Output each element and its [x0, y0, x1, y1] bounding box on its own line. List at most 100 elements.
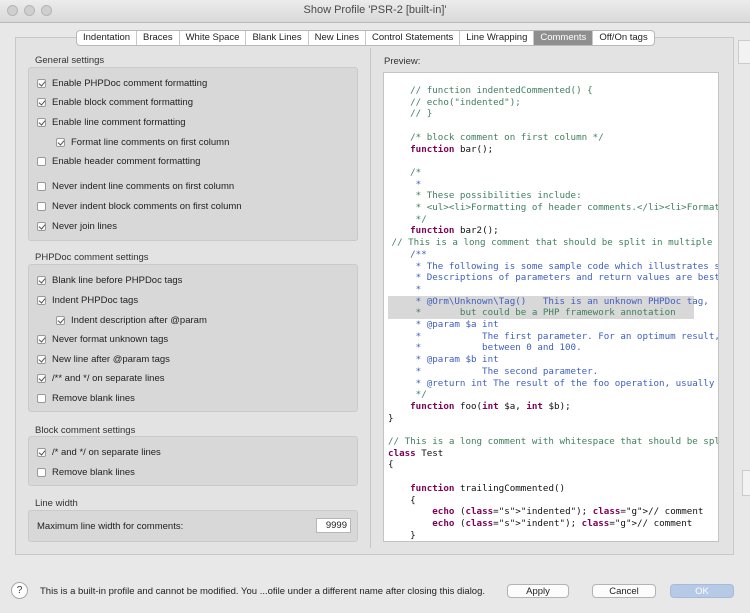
- checkbox[interactable]: [37, 222, 46, 231]
- code-line: }: [388, 412, 394, 424]
- option-label: Never indent line comments on first colu…: [52, 181, 235, 192]
- option-label: Blank line before PHPDoc tags: [52, 275, 183, 286]
- option-label: Indent PHPDoc tags: [52, 295, 139, 306]
- code-line: class Test: [388, 447, 444, 459]
- option-label: Indent description after @param: [71, 315, 207, 326]
- checkbox[interactable]: [37, 79, 46, 88]
- tab-blank-lines[interactable]: Blank Lines: [246, 31, 309, 45]
- phpdoc-remove-blank-lines-option[interactable]: Remove blank lines: [37, 393, 135, 404]
- never-join-lines-option[interactable]: Never join lines: [37, 221, 117, 232]
- code-line: * The second parameter.: [388, 365, 599, 377]
- code-line: * <ul><li>Formatting of header comments.…: [388, 202, 719, 213]
- block-remove-blank-lines-option[interactable]: Remove blank lines: [37, 467, 135, 478]
- enable-line-comment-formatting-option[interactable]: Enable line comment formatting: [37, 117, 186, 128]
- block-delimiters-separate-lines-option[interactable]: /* and */ on separate lines: [37, 447, 161, 458]
- option-label: Enable line comment formatting: [52, 117, 186, 128]
- max-line-width-input[interactable]: 9999: [316, 518, 351, 533]
- tab-white-space[interactable]: White Space: [180, 31, 247, 45]
- option-label: Never indent block comments on first col…: [52, 201, 242, 212]
- tab-control-statements[interactable]: Control Statements: [366, 31, 461, 45]
- code-line: /*: [388, 166, 422, 178]
- code-line: /* block comment on first column */: [388, 131, 604, 143]
- code-line: * @Orm\Unknown\Tag() This is an unknown …: [388, 295, 709, 308]
- code-line: * between 0 and 100.: [388, 342, 582, 354]
- block-comment-settings-group: [28, 436, 358, 486]
- preview-label: Preview:: [384, 56, 421, 67]
- option-label: Remove blank lines: [52, 467, 135, 478]
- checkbox[interactable]: [37, 448, 46, 457]
- code-line: */: [388, 213, 427, 225]
- code-line: // This is a long comment with whitespac…: [388, 436, 719, 447]
- preview-code-area[interactable]: // function indentedCommented() { // ech…: [383, 72, 719, 542]
- code-line: // This is a long comment that should be…: [386, 237, 719, 249]
- checkbox[interactable]: [37, 374, 46, 383]
- code-line: * The first parameter. For an optimum re…: [388, 330, 719, 342]
- panel-divider: [370, 48, 371, 548]
- background-window-edge: [738, 40, 750, 64]
- option-label: Never join lines: [52, 221, 117, 232]
- never-format-unknown-tags-option[interactable]: Never format unknown tags: [37, 334, 168, 345]
- code-line: * but could be a PHP framework annotatio…: [388, 307, 694, 320]
- checkbox[interactable]: [37, 468, 46, 477]
- checkbox[interactable]: [37, 182, 46, 191]
- enable-phpdoc-formatting-option[interactable]: Enable PHPDoc comment formatting: [37, 78, 207, 89]
- phpdoc-settings-title: PHPDoc comment settings: [35, 252, 149, 263]
- window-title: Show Profile 'PSR-2 [built-in]': [303, 4, 447, 16]
- enable-block-comment-formatting-option[interactable]: Enable block comment formatting: [37, 97, 193, 108]
- new-line-after-param-tags-option[interactable]: New line after @param tags: [37, 354, 170, 365]
- checkbox[interactable]: [37, 355, 46, 364]
- checkbox[interactable]: [37, 118, 46, 127]
- never-indent-block-comments-option[interactable]: Never indent block comments on first col…: [37, 201, 242, 212]
- title-bar: Show Profile 'PSR-2 [built-in]': [0, 0, 750, 23]
- checkbox[interactable]: [37, 335, 46, 344]
- code-line: // }: [388, 108, 433, 120]
- checkbox[interactable]: [37, 394, 46, 403]
- max-line-width-label: Maximum line width for comments:: [37, 521, 184, 532]
- option-label: Enable block comment formatting: [52, 97, 193, 108]
- cancel-button[interactable]: Cancel: [592, 584, 656, 598]
- option-label: /* and */ on separate lines: [52, 447, 161, 458]
- code-line: // echo("indented");: [388, 96, 521, 108]
- enable-header-comment-formatting-option[interactable]: Enable header comment formatting: [37, 156, 200, 167]
- checkbox[interactable]: [37, 276, 46, 285]
- general-settings-title: General settings: [35, 55, 105, 66]
- checkbox[interactable]: [37, 157, 46, 166]
- tab-new-lines[interactable]: New Lines: [309, 31, 366, 45]
- code-line: *: [388, 283, 422, 295]
- indent-phpdoc-tags-option[interactable]: Indent PHPDoc tags: [37, 295, 138, 306]
- tab-off-on-tags[interactable]: Off/On tags: [593, 31, 653, 45]
- code-line: {: [388, 494, 416, 506]
- code-line: */: [388, 389, 427, 401]
- general-settings-group: [28, 67, 358, 241]
- code-line: }: [388, 529, 416, 541]
- checkbox[interactable]: [37, 202, 46, 211]
- background-window-edge: [742, 470, 750, 496]
- tab-braces[interactable]: Braces: [137, 31, 180, 45]
- option-label: Never format unknown tags: [52, 334, 169, 345]
- option-label: Remove blank lines: [52, 393, 135, 404]
- never-indent-line-comments-option[interactable]: Never indent line comments on first colu…: [37, 181, 234, 192]
- code-line: * @param $b int: [388, 354, 499, 366]
- apply-button[interactable]: Apply: [507, 584, 569, 598]
- checkbox[interactable]: [56, 138, 65, 147]
- checkbox[interactable]: [56, 316, 65, 325]
- block-comment-settings-title: Block comment settings: [35, 425, 136, 436]
- line-width-title: Line width: [35, 498, 78, 509]
- indent-description-after-param-option[interactable]: Indent description after @param: [56, 315, 207, 326]
- code-line: *: [388, 178, 422, 190]
- help-icon[interactable]: ?: [11, 582, 28, 599]
- blank-line-before-phpdoc-tags-option[interactable]: Blank line before PHPDoc tags: [37, 275, 182, 286]
- tab-line-wrapping[interactable]: Line Wrapping: [460, 31, 535, 45]
- phpdoc-delimiters-separate-lines-option[interactable]: /** and */ on separate lines: [37, 373, 165, 384]
- ok-button[interactable]: OK: [670, 584, 734, 598]
- tab-comments[interactable]: Comments: [534, 31, 594, 45]
- tab-bar: Indentation Braces White Space Blank Lin…: [76, 30, 655, 46]
- tab-indentation[interactable]: Indentation: [77, 31, 138, 45]
- checkbox[interactable]: [37, 296, 46, 305]
- format-line-comments-first-column-option[interactable]: Format line comments on first column: [56, 137, 229, 148]
- option-label: Enable header comment formatting: [52, 156, 201, 167]
- option-label: /** and */ on separate lines: [52, 373, 165, 384]
- checkbox[interactable]: [37, 98, 46, 107]
- code-line: * The following is some sample code whic…: [388, 260, 719, 272]
- option-label: Format line comments on first column: [71, 137, 230, 148]
